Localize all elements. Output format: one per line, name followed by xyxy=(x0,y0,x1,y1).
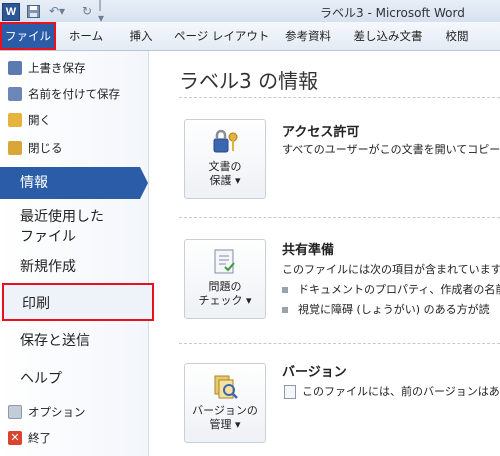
divider xyxy=(179,343,500,344)
nav-recent-line1: 最近使用した xyxy=(20,209,104,225)
manage-versions-button[interactable]: バージョンの 管理 ▾ xyxy=(184,363,266,443)
page-title: ラベル3 の情報 xyxy=(179,69,319,93)
nav-save[interactable]: 上書き保存 xyxy=(0,57,148,79)
bullet-icon xyxy=(282,307,288,313)
check-line1: 問題の xyxy=(208,280,242,293)
close-folder-icon xyxy=(8,141,22,155)
nav-info[interactable]: 情報 xyxy=(0,167,148,199)
save-as-icon xyxy=(8,87,22,101)
permissions-heading: アクセス許可 xyxy=(282,125,360,140)
nav-exit-label: 終了 xyxy=(28,431,51,445)
tab-insert[interactable]: 挿入 xyxy=(124,26,158,46)
bullet-icon xyxy=(282,287,288,293)
nav-help[interactable]: ヘルプ xyxy=(0,369,148,389)
tab-review[interactable]: 校閲 xyxy=(440,26,474,46)
versions-icon xyxy=(211,372,239,400)
tab-home[interactable]: ホーム xyxy=(66,26,106,46)
nav-save-as-label: 名前を付けて保存 xyxy=(28,87,120,101)
word-app-icon[interactable]: W xyxy=(2,3,20,21)
checklist-icon xyxy=(211,248,239,276)
ribbon-tab-bar: ファイル ホーム 挿入 ページ レイアウト 参考資料 差し込み文書 校閲 xyxy=(0,22,500,51)
document-icon xyxy=(284,385,296,399)
versions-line2: 管理 xyxy=(209,418,232,431)
versions-heading: バージョン xyxy=(282,365,347,380)
tab-file[interactable]: ファイル xyxy=(2,24,54,48)
redo-icon[interactable]: ↻ xyxy=(80,3,94,19)
versions-text: このファイルには、前のバージョンはありま xyxy=(302,385,500,398)
check-line2: チェック xyxy=(198,294,243,307)
nav-open-label: 開く xyxy=(28,113,51,127)
open-folder-icon xyxy=(8,113,22,127)
list-item: ドキュメントのプロパティ、作成者の名前 xyxy=(282,281,500,297)
permissions-text: すべてのユーザーがこの文書を開いてコピーや xyxy=(282,143,500,156)
nav-exit[interactable]: ✕ 終了 xyxy=(0,427,148,449)
nav-close-label: 閉じる xyxy=(28,141,63,155)
versions-line1: バージョンの xyxy=(192,404,258,417)
bullet-text: 視覚に障碍 (しょうがい) のある方が読 xyxy=(298,303,490,316)
protect-line2: 保護 xyxy=(209,174,232,187)
customize-toolbar-icon[interactable]: |▾ xyxy=(98,0,108,25)
nav-options[interactable]: オプション xyxy=(0,401,148,423)
nav-new[interactable]: 新規作成 xyxy=(0,257,148,277)
dropdown-arrow-icon: ▾ xyxy=(234,418,241,431)
backstage-nav: 上書き保存 名前を付けて保存 開く 閉じる 情報 最近使用した ファイル 新規作… xyxy=(0,51,154,456)
dropdown-arrow-icon: ▾ xyxy=(245,294,252,307)
save-icon[interactable] xyxy=(26,3,40,19)
nav-open[interactable]: 開く xyxy=(0,109,148,131)
tab-mailings[interactable]: 差し込み文書 xyxy=(352,26,424,46)
undo-icon[interactable]: ↶▾ xyxy=(48,3,66,19)
tab-page-layout[interactable]: ページ レイアウト xyxy=(174,26,269,46)
window-title: ラベル3 - Microsoft Word xyxy=(320,6,465,20)
list-item: 視覚に障碍 (しょうがい) のある方が読 xyxy=(282,301,490,317)
divider xyxy=(179,217,500,218)
lock-key-icon xyxy=(211,128,239,156)
divider xyxy=(179,97,500,98)
save-icon xyxy=(8,61,22,75)
versions-text-row: このファイルには、前のバージョンはありま xyxy=(284,383,500,399)
protect-line1: 文書の xyxy=(208,160,242,173)
nav-recent[interactable]: 最近使用した ファイル xyxy=(0,207,148,247)
options-icon xyxy=(8,405,22,419)
dropdown-arrow-icon: ▾ xyxy=(234,174,241,187)
exit-icon: ✕ xyxy=(8,431,22,445)
info-pane: ラベル3 の情報 文書の 保護 ▾ アクセス許可 すべてのユーザーがこの文書を開… xyxy=(149,51,500,456)
nav-save-send[interactable]: 保存と送信 xyxy=(0,331,148,351)
nav-close[interactable]: 閉じる xyxy=(0,137,148,159)
title-bar: W ↶▾ ↻ |▾ ラベル3 - Microsoft Word xyxy=(0,0,500,25)
prepare-sharing-heading: 共有準備 xyxy=(282,243,335,258)
protect-document-button[interactable]: 文書の 保護 ▾ xyxy=(184,119,266,199)
nav-recent-line2: ファイル xyxy=(20,229,76,245)
bullet-text: ドキュメントのプロパティ、作成者の名前 xyxy=(298,283,500,296)
prepare-sharing-text: このファイルには次の項目が含まれています。 xyxy=(282,263,500,276)
nav-options-label: オプション xyxy=(28,405,86,419)
tab-references[interactable]: 参考資料 xyxy=(280,26,336,46)
check-for-issues-button[interactable]: 問題の チェック ▾ xyxy=(184,239,266,319)
nav-save-as[interactable]: 名前を付けて保存 xyxy=(0,83,148,105)
nav-print[interactable]: 印刷 xyxy=(2,283,154,321)
nav-save-label: 上書き保存 xyxy=(28,61,86,75)
